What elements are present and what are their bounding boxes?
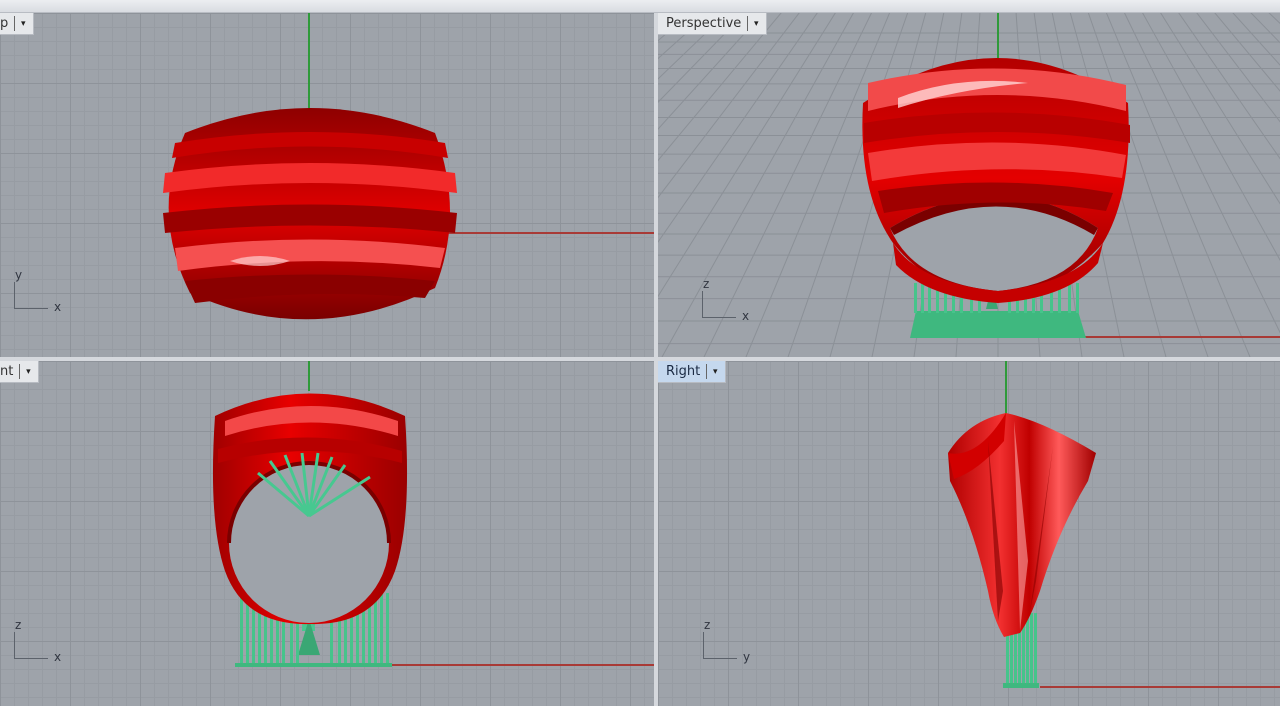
ring-model[interactable] [163, 108, 457, 320]
viewport-tab-front[interactable]: nt ▾ [0, 361, 40, 383]
viewport-title: Right [666, 364, 701, 379]
viewport-front[interactable]: nt ▾ z x [0, 361, 654, 706]
viewport-perspective[interactable]: Perspective ▾ z x [658, 13, 1280, 357]
top-view-scene [163, 13, 654, 320]
viewport-tab-perspective[interactable]: Perspective ▾ [658, 13, 768, 35]
viewport-tab-top[interactable]: p ▾ [0, 13, 35, 35]
viewport-title: p [0, 16, 9, 31]
viewport-title: nt [0, 364, 14, 379]
viewport-title: Perspective [666, 16, 742, 31]
right-view-scene [948, 361, 1280, 688]
chevron-down-icon[interactable]: ▾ [706, 364, 721, 379]
viewport-right[interactable]: Right ▾ z y [658, 361, 1280, 706]
front-view-scene [212, 361, 654, 667]
chevron-down-icon[interactable]: ▾ [14, 16, 29, 31]
ring-model[interactable] [862, 58, 1130, 303]
toolbar-strip [0, 0, 1280, 13]
viewport-top[interactable]: p ▾ y x [0, 13, 654, 357]
chevron-down-icon[interactable]: ▾ [747, 16, 762, 31]
rhino-app-window: p ▾ y x Perspective ▾ z x nt ▾ z x Right… [0, 0, 1280, 706]
ring-model[interactable] [948, 413, 1096, 637]
chevron-down-icon[interactable]: ▾ [19, 364, 34, 379]
viewport-tab-right[interactable]: Right ▾ [658, 361, 727, 383]
perspective-scene [862, 13, 1280, 338]
